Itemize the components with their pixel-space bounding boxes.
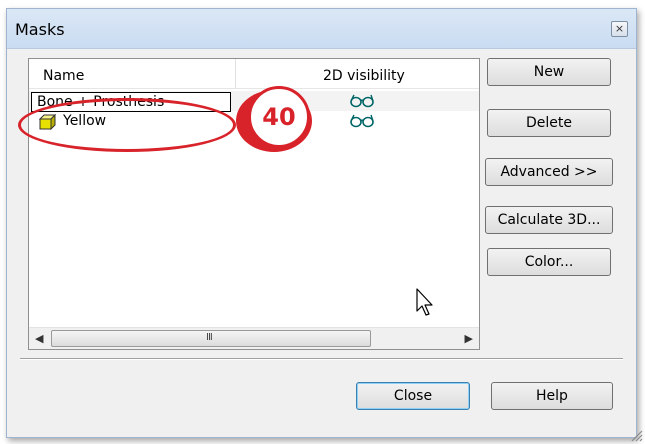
calculate-3d-button[interactable]: Calculate 3D...	[485, 206, 613, 234]
close-icon[interactable]: ×	[611, 21, 628, 37]
resize-grip-icon[interactable]	[629, 428, 643, 442]
screenshot-canvas: Masks × Name 2D visibility Bone + Prosth…	[0, 0, 645, 444]
mouse-cursor-icon	[416, 288, 433, 316]
advanced-button[interactable]: Advanced >>	[485, 158, 613, 186]
color-button[interactable]: Color...	[487, 248, 611, 276]
dialog-title: Masks	[15, 20, 65, 39]
horizontal-scrollbar[interactable]: ◀ III ▶	[29, 327, 479, 349]
help-button[interactable]: Help	[491, 382, 613, 410]
delete-button[interactable]: Delete	[487, 109, 611, 137]
glasses-icon[interactable]	[349, 114, 375, 128]
scroll-grip-icon: III	[206, 332, 213, 343]
scroll-left-arrow-icon[interactable]: ◀	[35, 332, 43, 345]
title-bar[interactable]: Masks ×	[7, 9, 636, 49]
column-header-2d-visibility[interactable]: 2D visibility	[323, 68, 405, 84]
annotation-highlight-ring	[18, 98, 236, 152]
column-header-name[interactable]: Name	[43, 68, 84, 84]
glasses-icon[interactable]	[349, 94, 375, 108]
divider	[20, 358, 623, 360]
step-number-badge: 40	[248, 86, 310, 148]
close-button[interactable]: Close	[356, 382, 470, 410]
scrollbar-thumb[interactable]: III	[51, 330, 371, 347]
new-button[interactable]: New	[487, 58, 611, 86]
scroll-right-arrow-icon[interactable]: ▶	[465, 332, 473, 345]
column-separator[interactable]	[235, 59, 236, 89]
list-header: Name 2D visibility	[29, 59, 479, 89]
